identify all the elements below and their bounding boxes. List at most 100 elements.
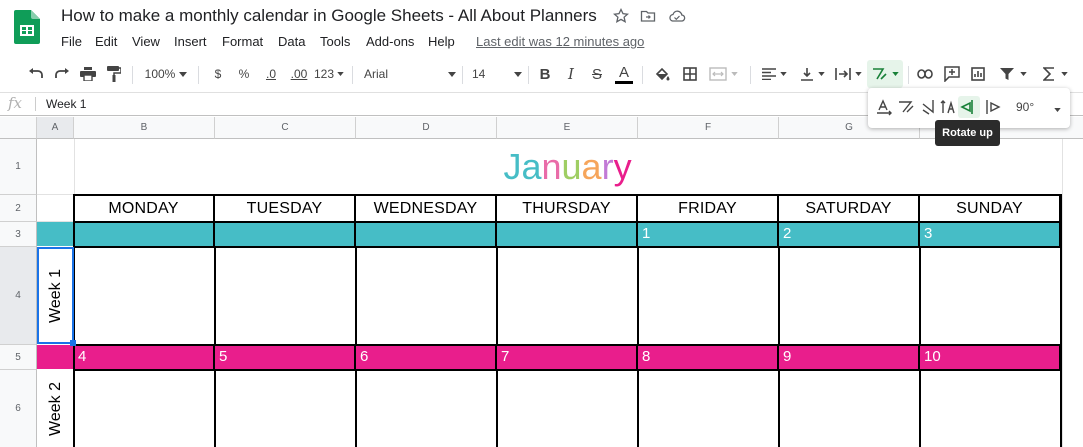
chevron-down-icon [817, 72, 825, 76]
percent-format-button[interactable]: % [236, 60, 252, 88]
paint-format-icon[interactable] [104, 60, 124, 88]
horizontal-align-icon[interactable] [758, 60, 790, 88]
tilt-up-icon[interactable] [897, 98, 915, 116]
menu-data[interactable]: Data [278, 34, 305, 49]
day-header-wednesday[interactable]: WEDNESDAY [356, 195, 497, 222]
column-header-a[interactable]: A [37, 117, 74, 139]
insert-chart-icon[interactable] [968, 60, 988, 88]
month-letter: r [601, 146, 614, 187]
date-cell[interactable]: 10 [920, 345, 1061, 369]
row-header-5[interactable]: 5 [0, 345, 37, 370]
bold-button[interactable]: B [536, 60, 554, 88]
merge-cells-icon[interactable] [706, 60, 740, 88]
date-cell[interactable]: 6 [356, 345, 497, 369]
font-size-value: 14 [472, 67, 486, 81]
date-strip-cell[interactable] [37, 345, 74, 369]
font-family-select[interactable]: Arial [364, 60, 456, 88]
day-header-saturday[interactable]: SATURDAY [779, 195, 920, 222]
stack-vertically-icon[interactable] [940, 98, 958, 116]
day-header-sunday[interactable]: SUNDAY [920, 195, 1061, 222]
formula-input[interactable]: Week 1 [46, 97, 86, 111]
calendar-border [214, 369, 216, 447]
date-cell[interactable]: 9 [779, 345, 920, 369]
borders-icon[interactable] [680, 60, 700, 88]
chevron-down-icon [779, 72, 787, 76]
vertical-align-icon[interactable] [796, 60, 828, 88]
rotation-none-icon[interactable] [875, 98, 893, 116]
last-edit-link[interactable]: Last edit was 12 minutes ago [476, 34, 644, 49]
font-family-value: Arial [364, 67, 389, 81]
date-cell[interactable]: 4 [74, 345, 215, 369]
row-header-3[interactable]: 3 [0, 222, 37, 247]
day-header-friday[interactable]: FRIDAY [638, 195, 779, 222]
date-cell[interactable] [215, 222, 356, 246]
undo-icon[interactable] [26, 60, 46, 88]
day-header-thursday[interactable]: THURSDAY [497, 195, 638, 222]
week-1-cell[interactable]: Week 1 [37, 247, 74, 344]
text-rotation-icon[interactable] [867, 60, 903, 88]
decrease-decimal-button[interactable]: .0 [260, 60, 282, 88]
insert-link-icon[interactable] [915, 60, 935, 88]
insert-comment-icon[interactable] [942, 60, 962, 88]
day-header-tuesday[interactable]: TUESDAY [215, 195, 356, 222]
font-size-select[interactable]: 14 [472, 60, 522, 88]
row-header-1[interactable]: 1 [0, 139, 37, 195]
increase-decimal-button[interactable]: .00 [286, 60, 312, 88]
column-header-b[interactable]: B [74, 117, 215, 139]
column-header-c[interactable]: C [215, 117, 356, 139]
rotate-down-icon[interactable] [983, 98, 1001, 116]
menu-tools[interactable]: Tools [320, 34, 350, 49]
date-cell[interactable] [356, 222, 497, 246]
functions-icon[interactable] [1038, 60, 1072, 88]
date-cell[interactable]: 2 [779, 222, 920, 246]
day-header-monday[interactable]: MONDAY [74, 195, 215, 222]
sheets-logo-icon[interactable] [14, 10, 40, 44]
menu-insert[interactable]: Insert [174, 34, 207, 49]
redo-icon[interactable] [52, 60, 72, 88]
strikethrough-button[interactable]: S [588, 60, 606, 88]
print-icon[interactable] [78, 60, 98, 88]
menu-file[interactable]: File [61, 34, 82, 49]
date-strip-cell[interactable] [37, 222, 74, 246]
rotate-up-icon[interactable] [958, 96, 980, 118]
move-to-folder-icon[interactable] [640, 8, 656, 24]
zoom-select[interactable]: 100% [142, 60, 190, 88]
tilt-down-icon[interactable] [919, 98, 937, 116]
row-header-4[interactable]: 4 [0, 247, 37, 345]
date-cell[interactable]: 8 [638, 345, 779, 369]
menu-help[interactable]: Help [428, 34, 455, 49]
date-cell[interactable]: 7 [497, 345, 638, 369]
text-wrapping-icon[interactable] [832, 60, 864, 88]
week-1-label: Week 1 [46, 268, 64, 323]
column-header-f[interactable]: F [638, 117, 779, 139]
column-header-e[interactable]: E [497, 117, 638, 139]
column-header-d[interactable]: D [356, 117, 497, 139]
rotation-angle-select[interactable]: 90° [1010, 96, 1065, 120]
menu-add-ons[interactable]: Add-ons [366, 34, 414, 49]
selection-handle[interactable] [70, 340, 76, 346]
italic-button[interactable]: I [562, 60, 580, 88]
date-cell[interactable]: 5 [215, 345, 356, 369]
select-all-corner[interactable] [0, 117, 37, 139]
menu-view[interactable]: View [132, 34, 160, 49]
text-color-button[interactable]: A [614, 60, 634, 88]
more-formats-button[interactable]: 123 [313, 60, 345, 88]
currency-format-button[interactable]: $ [210, 60, 226, 88]
date-cell[interactable] [497, 222, 638, 246]
date-cell[interactable] [74, 222, 215, 246]
row-header-2[interactable]: 2 [0, 195, 37, 222]
filter-icon[interactable] [996, 60, 1030, 88]
chevron-down-icon [730, 72, 738, 76]
document-title[interactable]: How to make a monthly calendar in Google… [61, 6, 597, 26]
date-cell[interactable]: 3 [920, 222, 1061, 246]
row-header-6[interactable]: 6 [0, 370, 37, 447]
menu-format[interactable]: Format [222, 34, 263, 49]
star-icon[interactable] [612, 7, 630, 24]
menu-edit[interactable]: Edit [95, 34, 117, 49]
date-cell[interactable]: 1 [638, 222, 779, 246]
calendar-border [214, 246, 216, 345]
cloud-saved-icon[interactable] [668, 8, 686, 24]
week-2-cell[interactable]: Week 2 [37, 370, 74, 447]
fill-color-icon[interactable] [652, 60, 672, 88]
chevron-down-icon [514, 71, 522, 77]
